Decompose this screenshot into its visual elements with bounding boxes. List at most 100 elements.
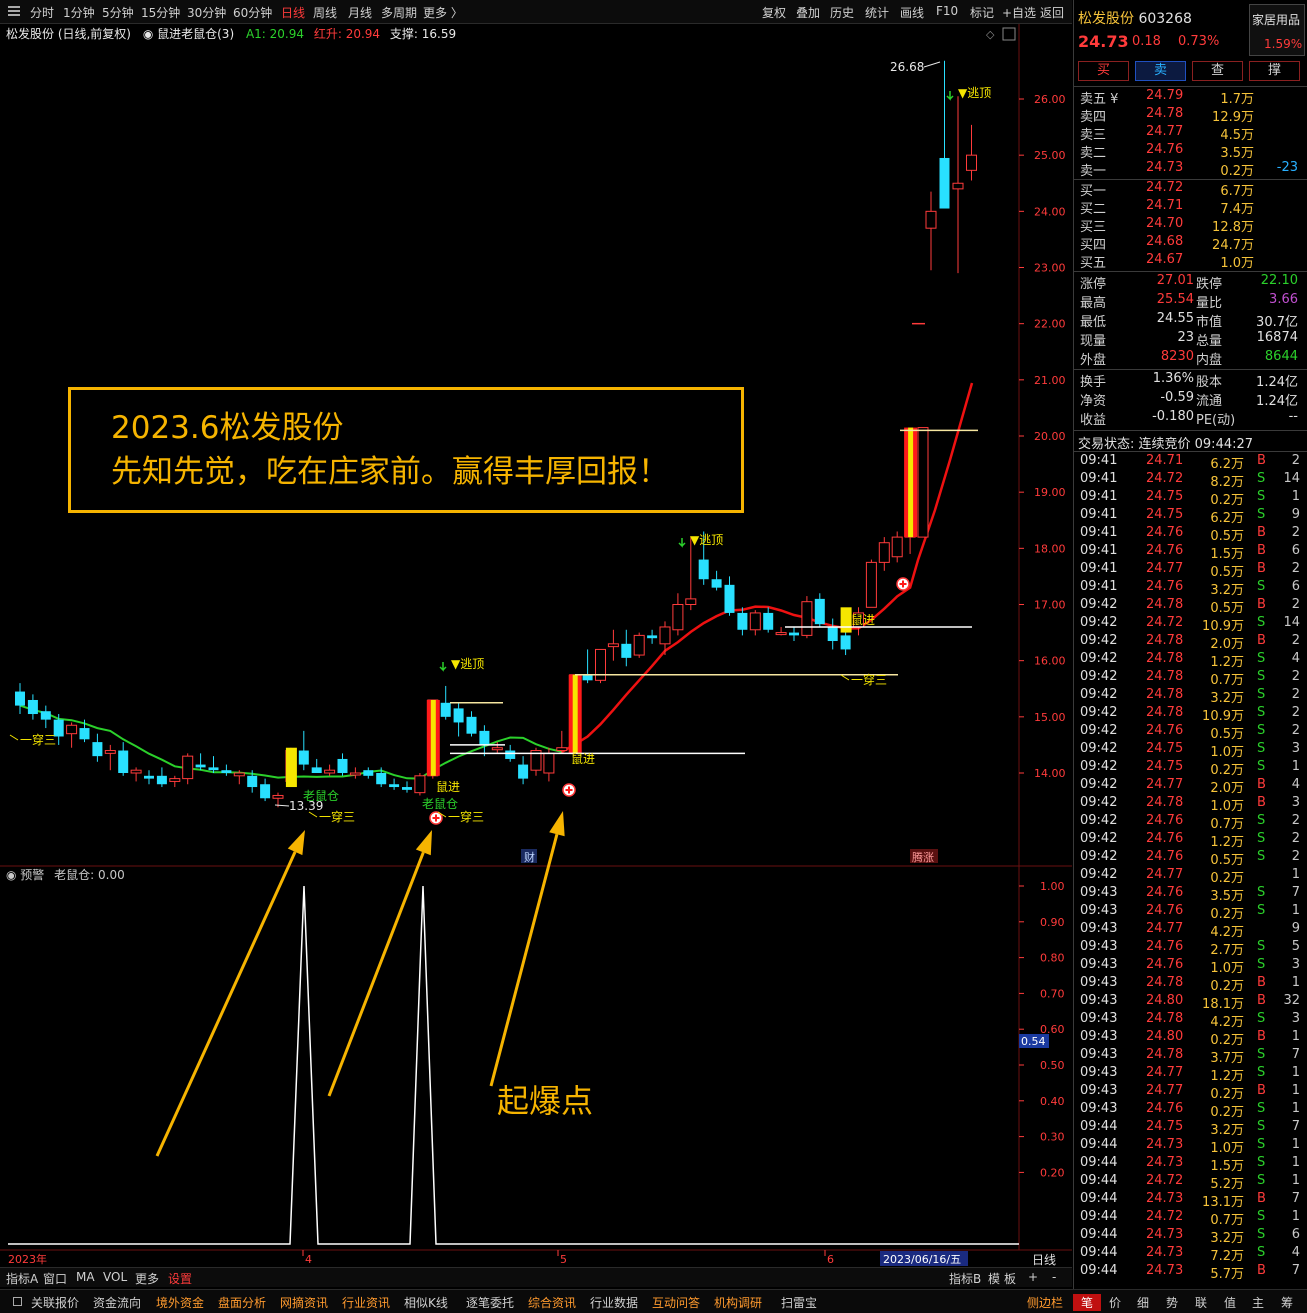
indicator-tab-right[interactable]: 模 xyxy=(988,1270,1000,1287)
stat-row: 换手 1.36% 股本 1.24亿 xyxy=(1074,371,1306,390)
indicator-tab[interactable]: 指标A xyxy=(6,1270,38,1287)
ask-row: 卖二 24.76 3.5万 xyxy=(1074,142,1306,161)
candle-body xyxy=(685,598,697,606)
trade-button[interactable]: 查 xyxy=(1192,61,1243,81)
indicator-title: 预警 xyxy=(20,868,45,882)
sector-box[interactable]: 家居用品 1.59% xyxy=(1249,4,1305,56)
indicator-tab-right[interactable]: 指标B xyxy=(949,1270,981,1287)
laoshucang-indicator-line xyxy=(8,885,1019,1245)
info-link[interactable]: 行业资讯 xyxy=(342,1294,390,1311)
tick-time: 09:42 xyxy=(1080,849,1118,864)
bid-label: 买一 xyxy=(1080,184,1107,199)
ask-label: 卖四 xyxy=(1080,110,1107,125)
indicator-tab[interactable]: 设置 xyxy=(168,1270,192,1287)
indicator-tab[interactable]: VOL xyxy=(103,1270,127,1284)
tick-count: 1 xyxy=(1291,1083,1300,1098)
info-link[interactable]: 境外资金 xyxy=(156,1294,204,1311)
indicator-tab[interactable]: 更多 xyxy=(135,1270,159,1287)
tick-volume: 1.0万 xyxy=(1210,799,1244,814)
trade-button[interactable]: 卖 xyxy=(1135,61,1186,81)
tick-price: 24.75 xyxy=(1146,507,1184,522)
indicator-toggle-icon[interactable]: ◉ xyxy=(6,868,20,882)
tick-volume: 2.7万 xyxy=(1210,943,1244,958)
tick-row: 09:43 24.77 0.2万 B 1 xyxy=(1074,1083,1306,1102)
panel-tab[interactable]: 主 xyxy=(1252,1294,1264,1311)
tick-price: 24.75 xyxy=(1146,741,1184,756)
indicator-tab-right[interactable]: - xyxy=(1052,1270,1056,1284)
info-link[interactable]: 行业数据 xyxy=(590,1294,638,1311)
ask-price: 24.77 xyxy=(1146,124,1184,139)
tick-row: 09:44 24.73 7.2万 S 4 xyxy=(1074,1245,1306,1264)
escape-top-label: ▼逃顶 xyxy=(958,86,991,100)
info-link[interactable]: 逐笔委托 xyxy=(466,1294,514,1311)
indicator-dropdown[interactable]: ◉ 鼠进老鼠仓(3) xyxy=(143,27,234,41)
tick-volume: 0.5万 xyxy=(1210,565,1244,580)
tick-side: S xyxy=(1257,669,1266,684)
panel-tab[interactable]: 联 xyxy=(1195,1294,1207,1311)
tick-side: S xyxy=(1257,849,1266,864)
info-link[interactable]: 机构调研 xyxy=(714,1294,762,1311)
candle-body xyxy=(917,427,929,538)
info-link[interactable]: 相似K线 xyxy=(404,1294,448,1311)
info-link[interactable]: 互动问答 xyxy=(652,1294,700,1311)
candle-body xyxy=(298,750,309,765)
indicator-tick-label: 0.20 xyxy=(1040,1166,1065,1179)
tick-side: B xyxy=(1257,525,1266,540)
trade-button[interactable]: 撑 xyxy=(1249,61,1300,81)
info-link[interactable]: 资金流向 xyxy=(93,1294,141,1311)
panel-tab[interactable]: 筹 xyxy=(1281,1294,1293,1311)
tick-side: S xyxy=(1257,1209,1266,1224)
indicator-tab-right[interactable]: + xyxy=(1028,1270,1038,1284)
candle-body xyxy=(582,674,593,681)
info-link-bar: 关联报价 资金流向 境外资金 盘面分析 网摘资讯 行业资讯 相似K线 逐笔委托 综合资讯 行业数据… xyxy=(0,1289,1307,1313)
ask-price: 24.79 xyxy=(1146,88,1184,103)
bid-row: 买四 24.68 24.7万 xyxy=(1074,234,1306,253)
tick-count: 6 xyxy=(1291,1227,1300,1242)
info-link[interactable]: 扫雷宝 xyxy=(781,1294,817,1311)
panel-tab[interactable]: 笔 xyxy=(1073,1294,1102,1311)
tick-side: S xyxy=(1257,885,1266,900)
stat-key: PE(动) xyxy=(1196,413,1236,428)
tick-count: 1 xyxy=(1291,867,1300,882)
info-link[interactable]: 侧边栏 xyxy=(1027,1294,1063,1311)
info-link[interactable]: 综合资讯 xyxy=(528,1294,576,1311)
shujin-marker-stripe xyxy=(908,427,914,538)
chart-title: 松发股份 (日线,前复权) xyxy=(6,27,131,41)
stat-row: 收益 -0.180 PE(动) -- xyxy=(1074,409,1306,428)
panel-tab[interactable]: 势 xyxy=(1166,1294,1178,1311)
bid-row: 买二 24.71 7.4万 xyxy=(1074,198,1306,217)
tick-row: 09:42 24.75 0.2万 S 1 xyxy=(1074,759,1306,778)
indicator-tab-right[interactable]: 板 xyxy=(1004,1270,1016,1287)
tick-side: S xyxy=(1257,489,1266,504)
panel-tab[interactable]: 价 xyxy=(1109,1294,1121,1311)
tick-count: 1 xyxy=(1291,1065,1300,1080)
finance-badge-label: 财 xyxy=(524,850,535,864)
candle-body xyxy=(15,691,25,706)
info-link[interactable]: 关联报价 xyxy=(31,1294,79,1311)
info-link[interactable]: 网摘资讯 xyxy=(280,1294,328,1311)
indicator-tab[interactable]: MA xyxy=(76,1270,95,1284)
stat-row: 外盘 8230 内盘 8644 xyxy=(1074,349,1306,368)
candle-body xyxy=(40,711,51,720)
tick-time: 09:42 xyxy=(1080,705,1118,720)
tick-row: 09:41 24.71 6.2万 B 2 xyxy=(1074,453,1306,472)
maximize-icon[interactable] xyxy=(1002,27,1016,41)
diamond-icon: ◇ xyxy=(986,28,995,41)
tick-volume: 1.0万 xyxy=(1210,1141,1244,1156)
candle-body xyxy=(376,773,387,785)
tick-row: 09:42 24.77 0.2万 1 xyxy=(1074,867,1306,886)
panel-tab[interactable]: 细 xyxy=(1137,1294,1149,1311)
tick-volume: 4.2万 xyxy=(1210,925,1244,940)
lock-icon[interactable] xyxy=(13,1297,22,1306)
tick-volume: 0.7万 xyxy=(1210,673,1244,688)
tick-count: 3 xyxy=(1291,795,1300,810)
tick-price: 24.72 xyxy=(1146,1209,1184,1224)
indicator-tab[interactable]: 窗口 xyxy=(43,1270,67,1287)
tick-volume: 0.2万 xyxy=(1210,1087,1244,1102)
trade-button[interactable]: 买 xyxy=(1078,61,1129,81)
panel-tab[interactable]: 值 xyxy=(1224,1294,1236,1311)
info-link[interactable]: 盘面分析 xyxy=(218,1294,266,1311)
stat-key: 净资 xyxy=(1080,394,1107,409)
tick-volume: 1.2万 xyxy=(1210,835,1244,850)
candle-body xyxy=(92,742,103,757)
